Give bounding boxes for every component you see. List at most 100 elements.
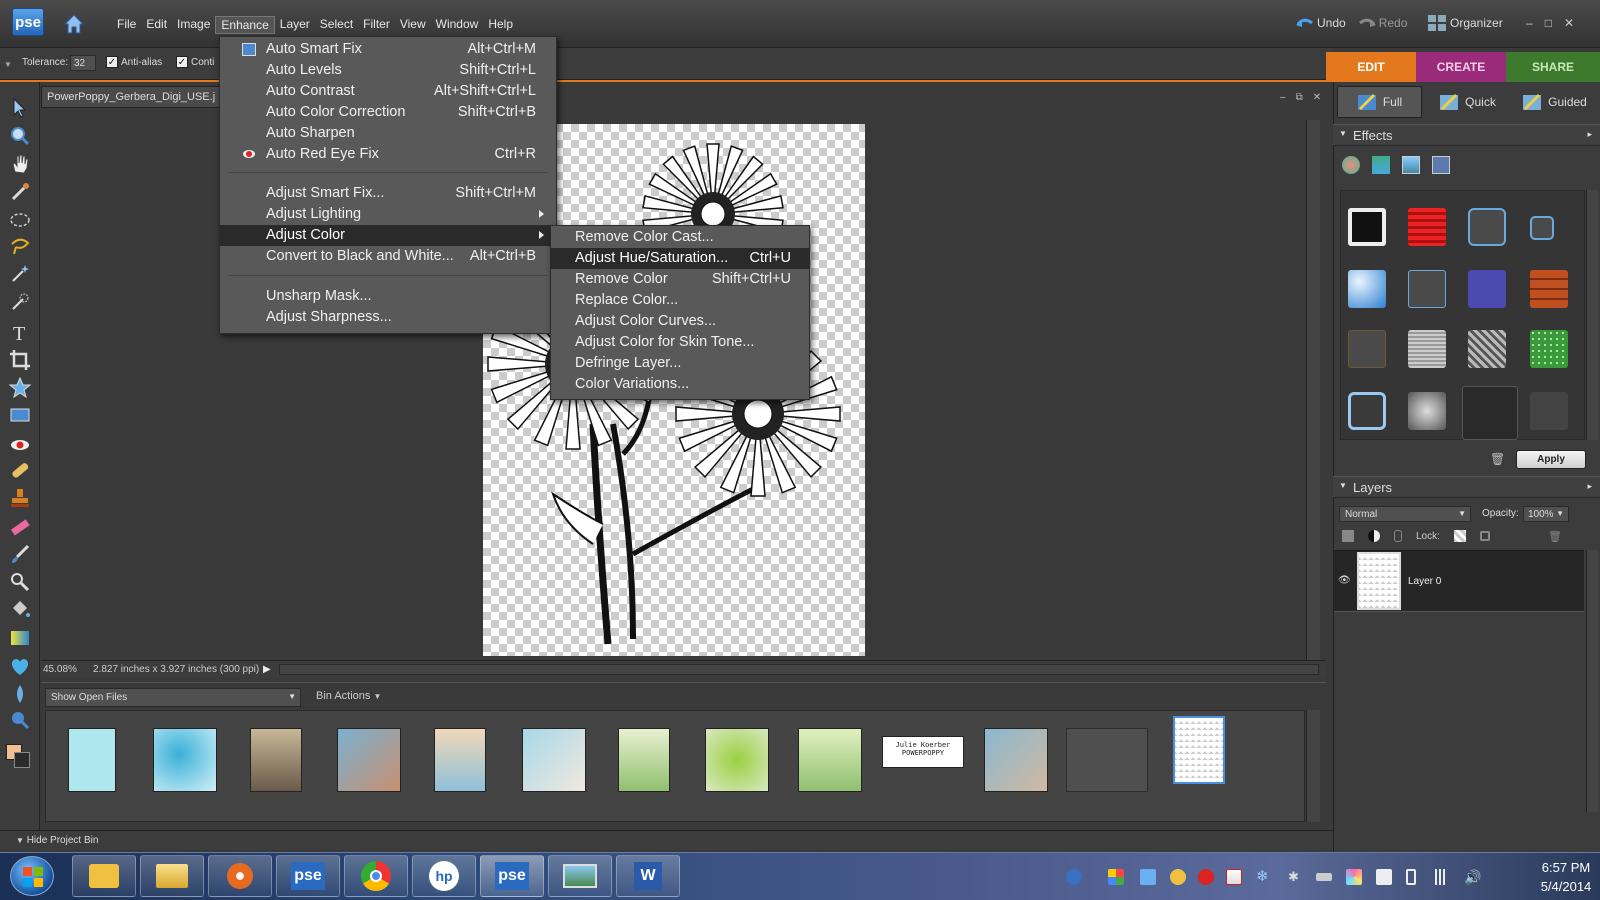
effect-thumbnail[interactable] <box>1530 392 1568 430</box>
filters-icon[interactable] <box>1342 156 1360 174</box>
menu-item-unsharp-mask[interactable]: Unsharp Mask... <box>220 286 556 307</box>
opacity-input[interactable]: 100% ▼ <box>1523 506 1569 522</box>
mode-guided[interactable]: Guided <box>1513 86 1596 118</box>
bin-thumbnail[interactable] <box>705 728 769 792</box>
taskbar-app-pse-active[interactable]: pse <box>480 855 544 897</box>
bin-thumbnail[interactable] <box>434 728 486 792</box>
photo-effects-icon[interactable] <box>1402 156 1420 174</box>
panel-menu-icon[interactable]: ▸ <box>1587 481 1592 492</box>
bin-actions-menu[interactable]: Bin Actions ▼ <box>316 690 381 702</box>
marquee-tool-icon[interactable] <box>8 208 32 232</box>
menu-item-auto-levels[interactable]: Auto Levels Shift+Ctrl+L <box>220 60 556 81</box>
magic-wand-tool-icon[interactable] <box>8 262 32 286</box>
bluetooth-tray-icon[interactable]: ✱ <box>1288 869 1304 885</box>
tab-create[interactable]: CREATE <box>1416 52 1506 82</box>
lasso-tool-icon[interactable] <box>8 234 32 258</box>
red-eye-tool-icon[interactable] <box>8 432 32 456</box>
sponge-tool-icon[interactable] <box>8 708 32 732</box>
effect-thumbnail[interactable] <box>1530 270 1568 308</box>
all-effects-icon[interactable] <box>1432 156 1450 174</box>
eraser-tool-icon[interactable] <box>8 514 32 538</box>
paint-bucket-tool-icon[interactable] <box>8 598 32 622</box>
submenu-item-adjust-color-curves[interactable]: Adjust Color Curves... <box>551 311 809 332</box>
cookie-cutter-tool-icon[interactable] <box>8 376 32 400</box>
help-tray-icon[interactable] <box>1066 869 1082 885</box>
lock-transparency-icon[interactable] <box>1453 530 1466 542</box>
type-tool-icon[interactable]: T <box>8 320 32 345</box>
bin-thumbnail[interactable] <box>68 728 116 792</box>
effects-scrollbar[interactable] <box>1586 190 1598 440</box>
new-layer-icon[interactable] <box>1342 530 1354 542</box>
action-center-tray-icon[interactable] <box>1226 869 1242 885</box>
submenu-item-remove-color[interactable]: Remove Color Shift+Ctrl+U <box>551 269 809 290</box>
visibility-eye-icon[interactable]: 👁 <box>1338 575 1351 586</box>
battery-tray-icon[interactable] <box>1406 869 1416 885</box>
contiguous-checkbox[interactable]: ✓ <box>176 56 188 68</box>
organizer-button[interactable]: Organizer <box>1428 15 1503 31</box>
redo-button[interactable]: Redo <box>1358 16 1407 30</box>
panel-menu-icon[interactable]: ▸ <box>1587 129 1592 140</box>
document-tab[interactable]: PowerPoppy_Gerbera_Digi_USE.j <box>41 86 221 108</box>
effect-thumbnail[interactable] <box>1468 208 1506 246</box>
close-icon[interactable]: ✕ <box>1564 16 1574 30</box>
dropbox-tray-icon[interactable] <box>1140 869 1156 885</box>
effect-thumbnail[interactable] <box>1348 270 1386 308</box>
layer-styles-icon[interactable] <box>1372 156 1390 174</box>
crop-tool-icon[interactable] <box>8 348 32 372</box>
office-tray-icon[interactable] <box>1108 869 1124 885</box>
beats-tray-icon[interactable] <box>1198 869 1214 885</box>
delete-layer-icon[interactable]: 🗑 <box>1548 530 1562 543</box>
zoom-tool-icon[interactable] <box>8 124 32 148</box>
bin-thumbnail[interactable] <box>153 728 217 792</box>
menu-image[interactable]: Image <box>172 16 215 34</box>
status-menu-arrow-icon[interactable]: ▶ <box>263 664 271 675</box>
taskbar-app-explorer[interactable] <box>140 855 204 897</box>
menu-item-convert-bw[interactable]: Convert to Black and White... Alt+Ctrl+B <box>220 246 556 267</box>
submenu-item-remove-color-cast[interactable]: Remove Color Cast... <box>551 227 809 248</box>
quick-selection-tool-icon[interactable] <box>8 290 32 314</box>
recompose-tool-icon[interactable] <box>8 404 32 428</box>
taskbar-app-pse[interactable]: pse <box>276 855 340 897</box>
bin-thumbnail[interactable] <box>522 728 586 792</box>
effect-thumbnail[interactable] <box>1408 330 1446 368</box>
tab-share[interactable]: SHARE <box>1506 52 1600 82</box>
bin-thumbnail[interactable] <box>798 728 862 792</box>
gradient-tool-icon[interactable] <box>8 626 32 650</box>
menu-filter[interactable]: Filter <box>358 16 395 34</box>
bin-show-files-select[interactable]: Show Open Files ▼ <box>45 688 301 707</box>
maximize-icon[interactable]: □ <box>1545 16 1552 30</box>
hand-tool-icon[interactable] <box>8 152 32 176</box>
submenu-item-replace-color[interactable]: Replace Color... <box>551 290 809 311</box>
bin-thumbnail[interactable] <box>250 728 302 792</box>
taskbar-app-outlook[interactable] <box>72 855 136 897</box>
tab-edit[interactable]: EDIT <box>1326 52 1416 82</box>
healing-brush-tool-icon[interactable] <box>8 458 32 482</box>
smart-brush-tool-icon[interactable] <box>8 570 32 594</box>
taskbar-app-hp[interactable]: hp <box>412 855 476 897</box>
shape-tool-icon[interactable] <box>8 654 32 678</box>
start-button[interactable] <box>10 856 54 896</box>
menu-select[interactable]: Select <box>315 16 358 34</box>
bin-thumbnail[interactable] <box>1066 728 1148 792</box>
document-horizontal-scrollbar[interactable] <box>279 664 1319 675</box>
layers-panel-header[interactable]: ▼ Layers ▸ <box>1333 476 1600 498</box>
pinwheel-tray-icon[interactable] <box>1346 869 1362 885</box>
bin-thumbnail-selected[interactable] <box>1173 716 1225 784</box>
effects-panel-header[interactable]: ▼ Effects ▸ <box>1333 124 1600 146</box>
effect-thumbnail[interactable] <box>1408 392 1446 430</box>
doc-restore-icon[interactable]: ⧉ <box>1296 92 1303 103</box>
hide-project-bin-toggle[interactable]: ▼ Hide Project Bin <box>0 830 1333 850</box>
layers-scrollbar[interactable] <box>1586 550 1598 812</box>
menu-item-auto-red-eye-fix[interactable]: Auto Red Eye Fix Ctrl+R <box>220 144 556 165</box>
effect-thumbnail[interactable] <box>1348 330 1386 368</box>
blend-mode-select[interactable]: Normal ▼ <box>1339 506 1471 522</box>
lock-all-icon[interactable] <box>1479 531 1490 541</box>
antialias-checkbox[interactable]: ✓ <box>106 56 118 68</box>
minimize-icon[interactable]: – <box>1526 16 1533 30</box>
drive-tray-icon[interactable] <box>1316 873 1332 881</box>
eyedropper-tool-icon[interactable] <box>8 180 32 204</box>
effect-thumbnail[interactable] <box>1468 330 1506 368</box>
mode-quick[interactable]: Quick <box>1426 86 1509 118</box>
submenu-item-skin-tone[interactable]: Adjust Color for Skin Tone... <box>551 332 809 353</box>
undo-button[interactable]: Undo <box>1296 16 1346 30</box>
